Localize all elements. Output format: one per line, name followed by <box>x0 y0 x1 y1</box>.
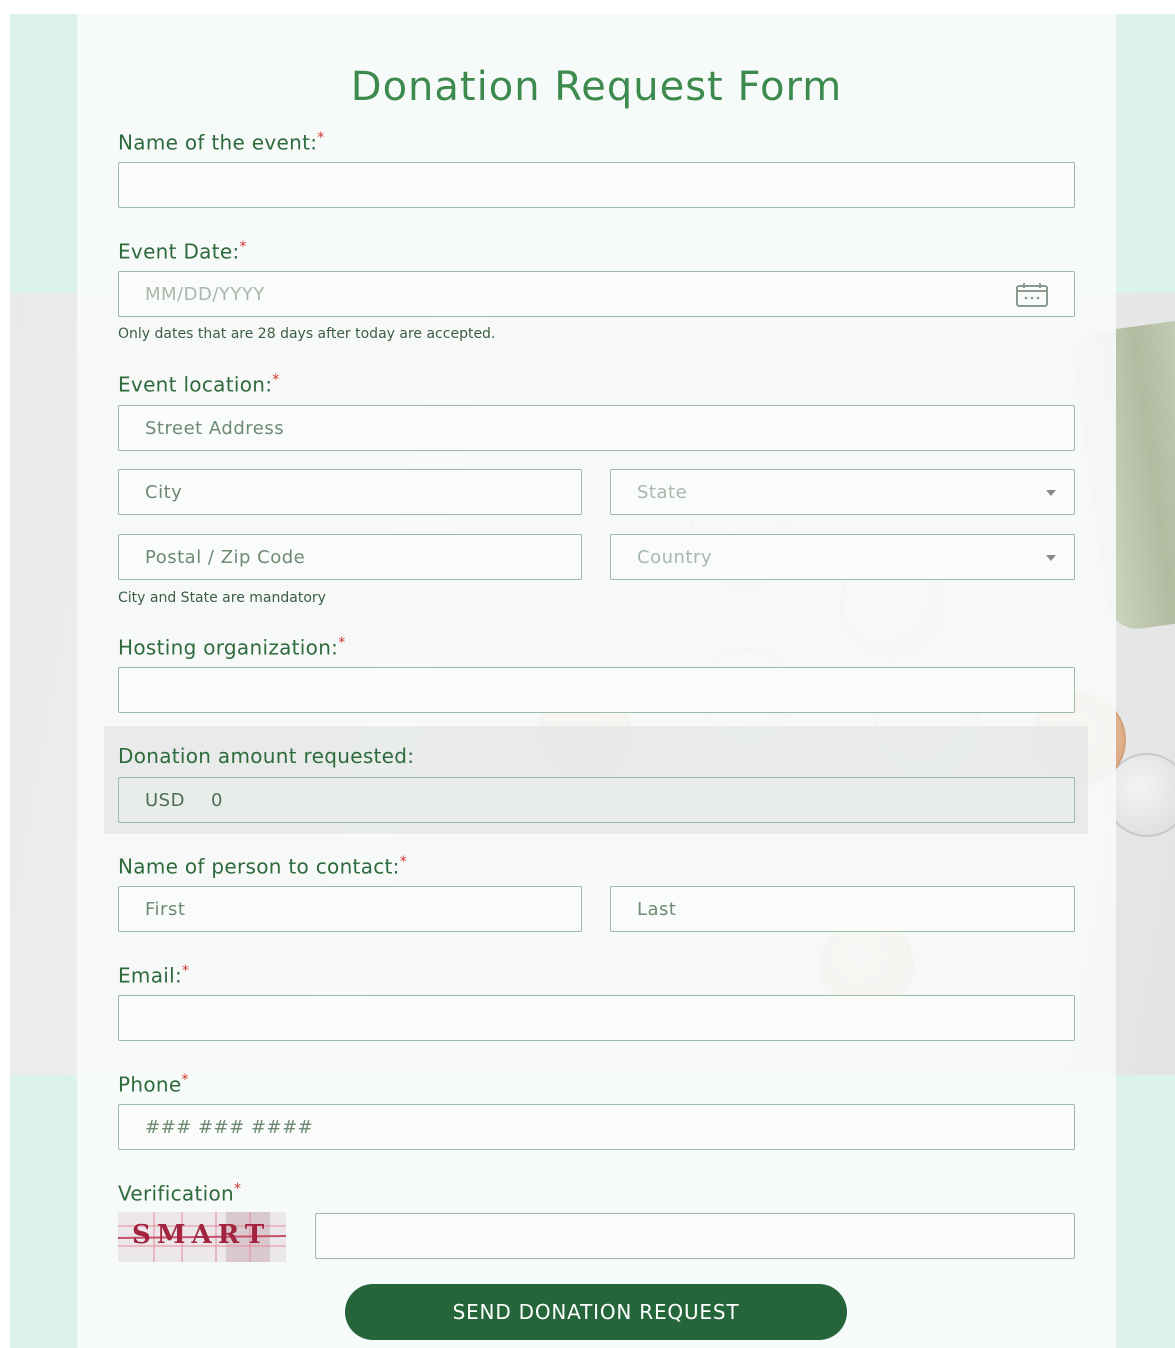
hosting-org-input[interactable] <box>118 667 1075 713</box>
chevron-down-icon <box>1046 555 1056 561</box>
phone-input[interactable]: ### ### #### <box>118 1104 1075 1150</box>
send-donation-request-button[interactable]: SEND DONATION REQUEST <box>345 1284 847 1340</box>
required-mark: * <box>317 130 325 146</box>
verification-input[interactable] <box>315 1213 1075 1259</box>
phone-label: Phone* <box>118 1072 189 1097</box>
captcha-text: SMART <box>132 1220 271 1250</box>
event-date-label: Event Date:* <box>118 239 247 264</box>
phone-label-text: Phone <box>118 1072 182 1097</box>
city-placeholder: City <box>145 482 183 503</box>
required-mark: * <box>272 372 280 388</box>
required-mark: * <box>338 635 346 651</box>
form-panel: Donation Request Form Name of the event:… <box>77 14 1116 1348</box>
country-select[interactable]: Country <box>610 534 1075 580</box>
contact-name-label-text: Name of person to contact: <box>118 854 400 879</box>
page-title: Donation Request Form <box>350 64 843 110</box>
required-mark: * <box>399 854 408 870</box>
verification-label-text: Verification <box>118 1181 234 1206</box>
required-mark: * <box>233 1181 242 1197</box>
street-address-input[interactable]: Street Address <box>118 405 1075 451</box>
event-date-placeholder: MM/DD/YYYY <box>145 284 265 305</box>
first-name-input[interactable]: First <box>118 886 582 932</box>
email-input[interactable] <box>118 995 1075 1041</box>
last-name-input[interactable]: Last <box>610 886 1075 932</box>
email-label: Email:* <box>118 963 189 988</box>
required-mark: * <box>181 1072 189 1088</box>
contact-name-label: Name of person to contact:* <box>118 854 407 879</box>
donation-amount-value: 0 <box>211 790 223 811</box>
state-select[interactable]: State <box>610 469 1075 515</box>
required-mark: * <box>239 239 247 255</box>
event-name-input[interactable] <box>118 162 1075 208</box>
donation-amount-input[interactable]: USD 0 <box>118 777 1075 823</box>
captcha-image: SMART <box>118 1212 286 1262</box>
event-date-label-text: Event Date: <box>118 239 240 264</box>
phone-placeholder: ### ### #### <box>145 1117 314 1138</box>
city-input[interactable]: City <box>118 469 582 515</box>
chevron-down-icon <box>1046 490 1056 496</box>
location-hint: City and State are mandatory <box>118 590 326 606</box>
calendar-icon[interactable] <box>1016 283 1048 307</box>
required-mark: * <box>182 963 190 979</box>
event-date-hint: Only dates that are 28 days after today … <box>118 326 496 342</box>
event-location-label: Event location:* <box>118 372 280 397</box>
event-name-label-text: Name of the event: <box>118 130 318 155</box>
donation-amount-label: Donation amount requested: <box>118 744 415 768</box>
hosting-org-label-text: Hosting organization: <box>118 635 339 660</box>
state-placeholder: State <box>637 482 688 503</box>
first-name-placeholder: First <box>145 899 186 920</box>
event-location-label-text: Event location: <box>118 372 273 397</box>
event-name-label: Name of the event:* <box>118 130 325 155</box>
event-date-input[interactable]: MM/DD/YYYY <box>118 271 1075 317</box>
country-placeholder: Country <box>637 547 713 568</box>
currency-label: USD <box>145 790 185 811</box>
postal-code-input[interactable]: Postal / Zip Code <box>118 534 582 580</box>
email-label-text: Email: <box>118 963 183 988</box>
street-address-placeholder: Street Address <box>145 418 285 439</box>
hosting-org-label: Hosting organization:* <box>118 635 346 660</box>
verification-label: Verification* <box>118 1181 241 1206</box>
postal-code-placeholder: Postal / Zip Code <box>145 547 306 568</box>
last-name-placeholder: Last <box>637 899 677 920</box>
